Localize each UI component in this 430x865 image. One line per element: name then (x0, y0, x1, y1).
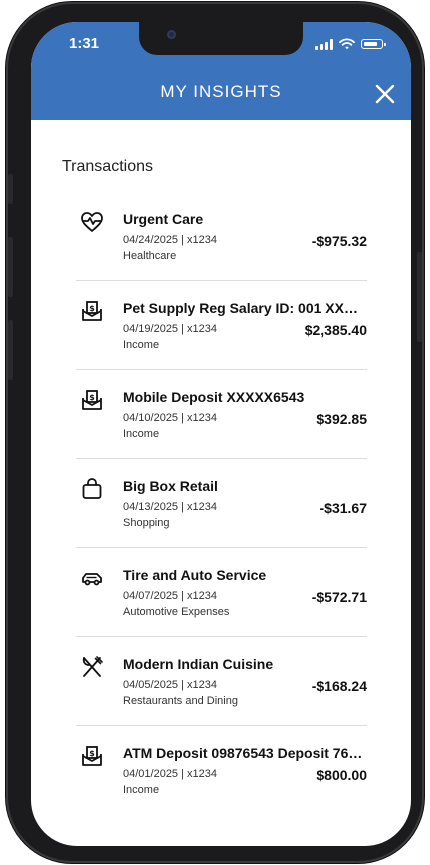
transaction-row[interactable]: $ ATM Deposit 09876543 Deposit 76231... … (76, 726, 367, 814)
merchant-name: ATM Deposit 09876543 Deposit 76231... (123, 745, 367, 761)
transaction-category: Shopping (123, 517, 170, 529)
page-title: MY INSIGHTS (160, 82, 282, 101)
transaction-row[interactable]: Urgent Care 04/24/2025 | x1234 Healthcar… (76, 192, 367, 281)
merchant-name: Pet Supply Reg Salary ID: 001 XXXX... (123, 300, 367, 316)
svg-text:$: $ (89, 304, 95, 313)
transaction-category: Restaurants and Dining (123, 695, 238, 707)
transaction-amount: $800.00 (316, 767, 367, 783)
svg-text:$: $ (89, 749, 95, 758)
notch (139, 22, 303, 55)
transaction-row[interactable]: Modern Indian Cuisine 04/05/2025 | x1234… (76, 637, 367, 726)
transaction-amount: $2,385.40 (304, 322, 367, 338)
transaction-date-account: 04/10/2025 | x1234 (123, 412, 217, 424)
transaction-date-account: 04/01/2025 | x1234 (123, 768, 217, 780)
status-time: 1:31 (69, 35, 100, 52)
transaction-category: Income (123, 784, 160, 796)
mute-switch (8, 174, 13, 204)
deposit-icon: $ (82, 301, 102, 321)
transaction-amount: -$168.24 (311, 678, 367, 694)
transaction-amount: -$572.71 (311, 589, 367, 605)
transaction-amount: -$31.67 (319, 500, 367, 516)
phone-frame: 1:31 MY INSIGHTS Transactions Urgent Car… (6, 2, 424, 863)
volume-down-button (8, 320, 13, 380)
heartbeat-icon (81, 212, 103, 232)
status-icons (315, 38, 386, 50)
transaction-category: Healthcare (123, 250, 177, 262)
deposit-icon: $ (82, 746, 102, 766)
fork-knife-icon (82, 656, 103, 677)
close-icon[interactable] (373, 82, 397, 106)
transaction-date-account: 04/24/2025 | x1234 (123, 234, 217, 246)
signal-icon (315, 38, 333, 50)
transaction-category: Income (123, 428, 160, 440)
transaction-date-account: 04/13/2025 | x1234 (123, 501, 217, 513)
transaction-category: Income (123, 339, 160, 351)
transaction-amount: -$975.32 (311, 233, 367, 249)
screen: 1:31 MY INSIGHTS Transactions Urgent Car… (31, 22, 411, 846)
shopping-bag-icon (82, 478, 102, 499)
merchant-name: Mobile Deposit XXXXX6543 (123, 389, 305, 405)
transaction-row[interactable]: $ Pet Supply Reg Salary ID: 001 XXXX... … (76, 281, 367, 370)
svg-text:$: $ (89, 393, 95, 402)
merchant-name: Urgent Care (123, 211, 204, 227)
transaction-date-account: 04/07/2025 | x1234 (123, 590, 217, 602)
merchant-name: Big Box Retail (123, 478, 218, 494)
transaction-row[interactable]: Big Box Retail 04/13/2025 | x1234 Shoppi… (76, 459, 367, 548)
transaction-amount: $392.85 (316, 411, 367, 427)
transaction-date-account: 04/05/2025 | x1234 (123, 679, 217, 691)
transaction-list: Urgent Care 04/24/2025 | x1234 Healthcar… (76, 192, 367, 814)
transaction-row[interactable]: $ Mobile Deposit XXXXX6543 04/10/2025 | … (76, 370, 367, 459)
merchant-name: Tire and Auto Service (123, 567, 267, 583)
power-button (417, 252, 422, 342)
deposit-icon: $ (82, 390, 102, 410)
transaction-row[interactable]: Tire and Auto Service 04/07/2025 | x1234… (76, 548, 367, 637)
merchant-name: Modern Indian Cuisine (123, 656, 274, 672)
battery-icon (361, 39, 386, 49)
volume-up-button (8, 237, 13, 297)
transaction-date-account: 04/19/2025 | x1234 (123, 323, 217, 335)
car-icon (82, 573, 102, 586)
transaction-category: Automotive Expenses (123, 606, 230, 618)
transactions-heading: Transactions (62, 158, 153, 175)
camera-icon (167, 30, 176, 39)
insights-header: 1:31 MY INSIGHTS (31, 22, 411, 120)
wifi-icon (339, 38, 355, 50)
